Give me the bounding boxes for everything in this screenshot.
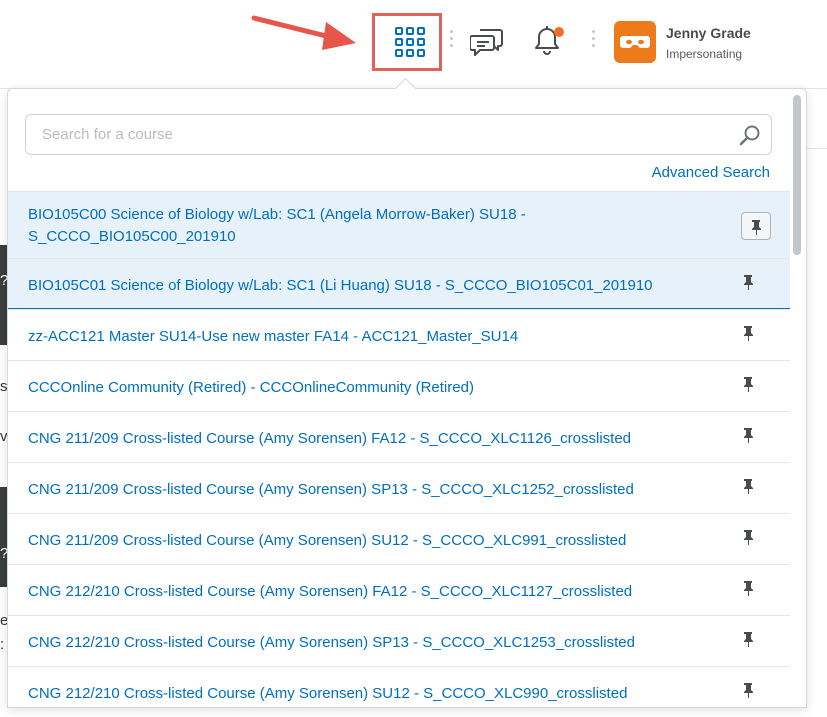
course-link[interactable]: CNG 212/210 Cross-listed Course (Amy Sor… [28,581,720,603]
list-item: CNG 212/210 Cross-listed Course (Amy Sor… [8,564,790,615]
course-search-input[interactable] [40,125,724,144]
pin-button[interactable] [741,529,761,549]
list-item: CNG 212/210 Cross-listed Course (Amy Sor… [8,615,790,666]
pin-button[interactable] [741,274,761,294]
course-link[interactable]: CNG 212/210 Cross-listed Course (Amy Sor… [28,683,720,705]
pin-icon [744,632,753,647]
pin-icon [744,683,753,698]
pin-button[interactable] [741,631,761,651]
message-alerts-icon[interactable] [470,25,504,57]
nav-separator [450,30,453,56]
background-course-image [0,245,7,345]
pin-icon [744,377,753,392]
list-item: CNG 211/209 Cross-listed Course (Amy Sor… [8,462,790,513]
user-role: Impersonating [666,47,743,61]
course-link[interactable]: zz-ACC121 Master SU14-Use new master FA1… [28,326,720,348]
course-selector-waffle-icon[interactable] [395,27,425,57]
background-divider [805,148,827,149]
pin-button[interactable] [741,682,761,702]
list-item: BIO105C01 Science of Biology w/Lab: SC1 … [8,258,790,309]
list-item: zz-ACC121 Master SU14-Use new master FA1… [8,309,790,360]
list-item: CNG 211/209 Cross-listed Course (Amy Sor… [8,411,790,462]
list-item: CNG 211/209 Cross-listed Course (Amy Sor… [8,513,790,564]
pin-icon [744,275,753,290]
pin-button[interactable] [741,478,761,498]
pin-icon [744,428,753,443]
dropdown-scrollbar[interactable] [793,95,801,255]
pin-button[interactable] [741,376,761,396]
course-selector-dropdown: Advanced Search BIO105C00 Science of Bio… [7,88,807,708]
user-name[interactable]: Jenny Grade [666,25,751,41]
pin-button[interactable] [741,580,761,600]
avatar[interactable] [614,21,656,63]
advanced-search-link[interactable]: Advanced Search [652,164,770,181]
pin-icon [752,220,761,235]
pin-button[interactable] [741,212,771,240]
annotation-arrow-icon [251,15,356,50]
list-item: BIO105C00 Science of Biology w/Lab: SC1 … [8,191,790,258]
background-course-image [0,487,7,587]
course-link[interactable]: CCCOnline Community (Retired) - CCCOnlin… [28,377,720,399]
course-list: BIO105C00 Science of Biology w/Lab: SC1 … [8,191,790,717]
search-icon[interactable] [739,124,761,146]
pin-icon [744,581,753,596]
pin-button[interactable] [741,325,761,345]
course-link[interactable]: CNG 212/210 Cross-listed Course (Amy Sor… [28,632,720,654]
pin-icon [744,479,753,494]
course-link[interactable]: CNG 211/209 Cross-listed Course (Amy Sor… [28,428,720,450]
pin-button[interactable] [741,427,761,447]
course-link[interactable]: CNG 211/209 Cross-listed Course (Amy Sor… [28,479,720,501]
nav-separator [592,30,595,56]
impersonation-mask-icon [620,36,650,48]
course-link[interactable]: BIO105C01 Science of Biology w/Lab: SC1 … [28,275,720,297]
course-link[interactable]: BIO105C00 Science of Biology w/Lab: SC1 … [28,204,720,248]
pin-icon [744,326,753,341]
course-link[interactable]: CNG 211/209 Cross-listed Course (Amy Sor… [28,530,720,552]
course-search-box [25,114,772,155]
pin-icon [744,530,753,545]
list-item: CCCOnline Community (Retired) - CCCOnlin… [8,360,790,411]
notification-dot [554,27,564,37]
